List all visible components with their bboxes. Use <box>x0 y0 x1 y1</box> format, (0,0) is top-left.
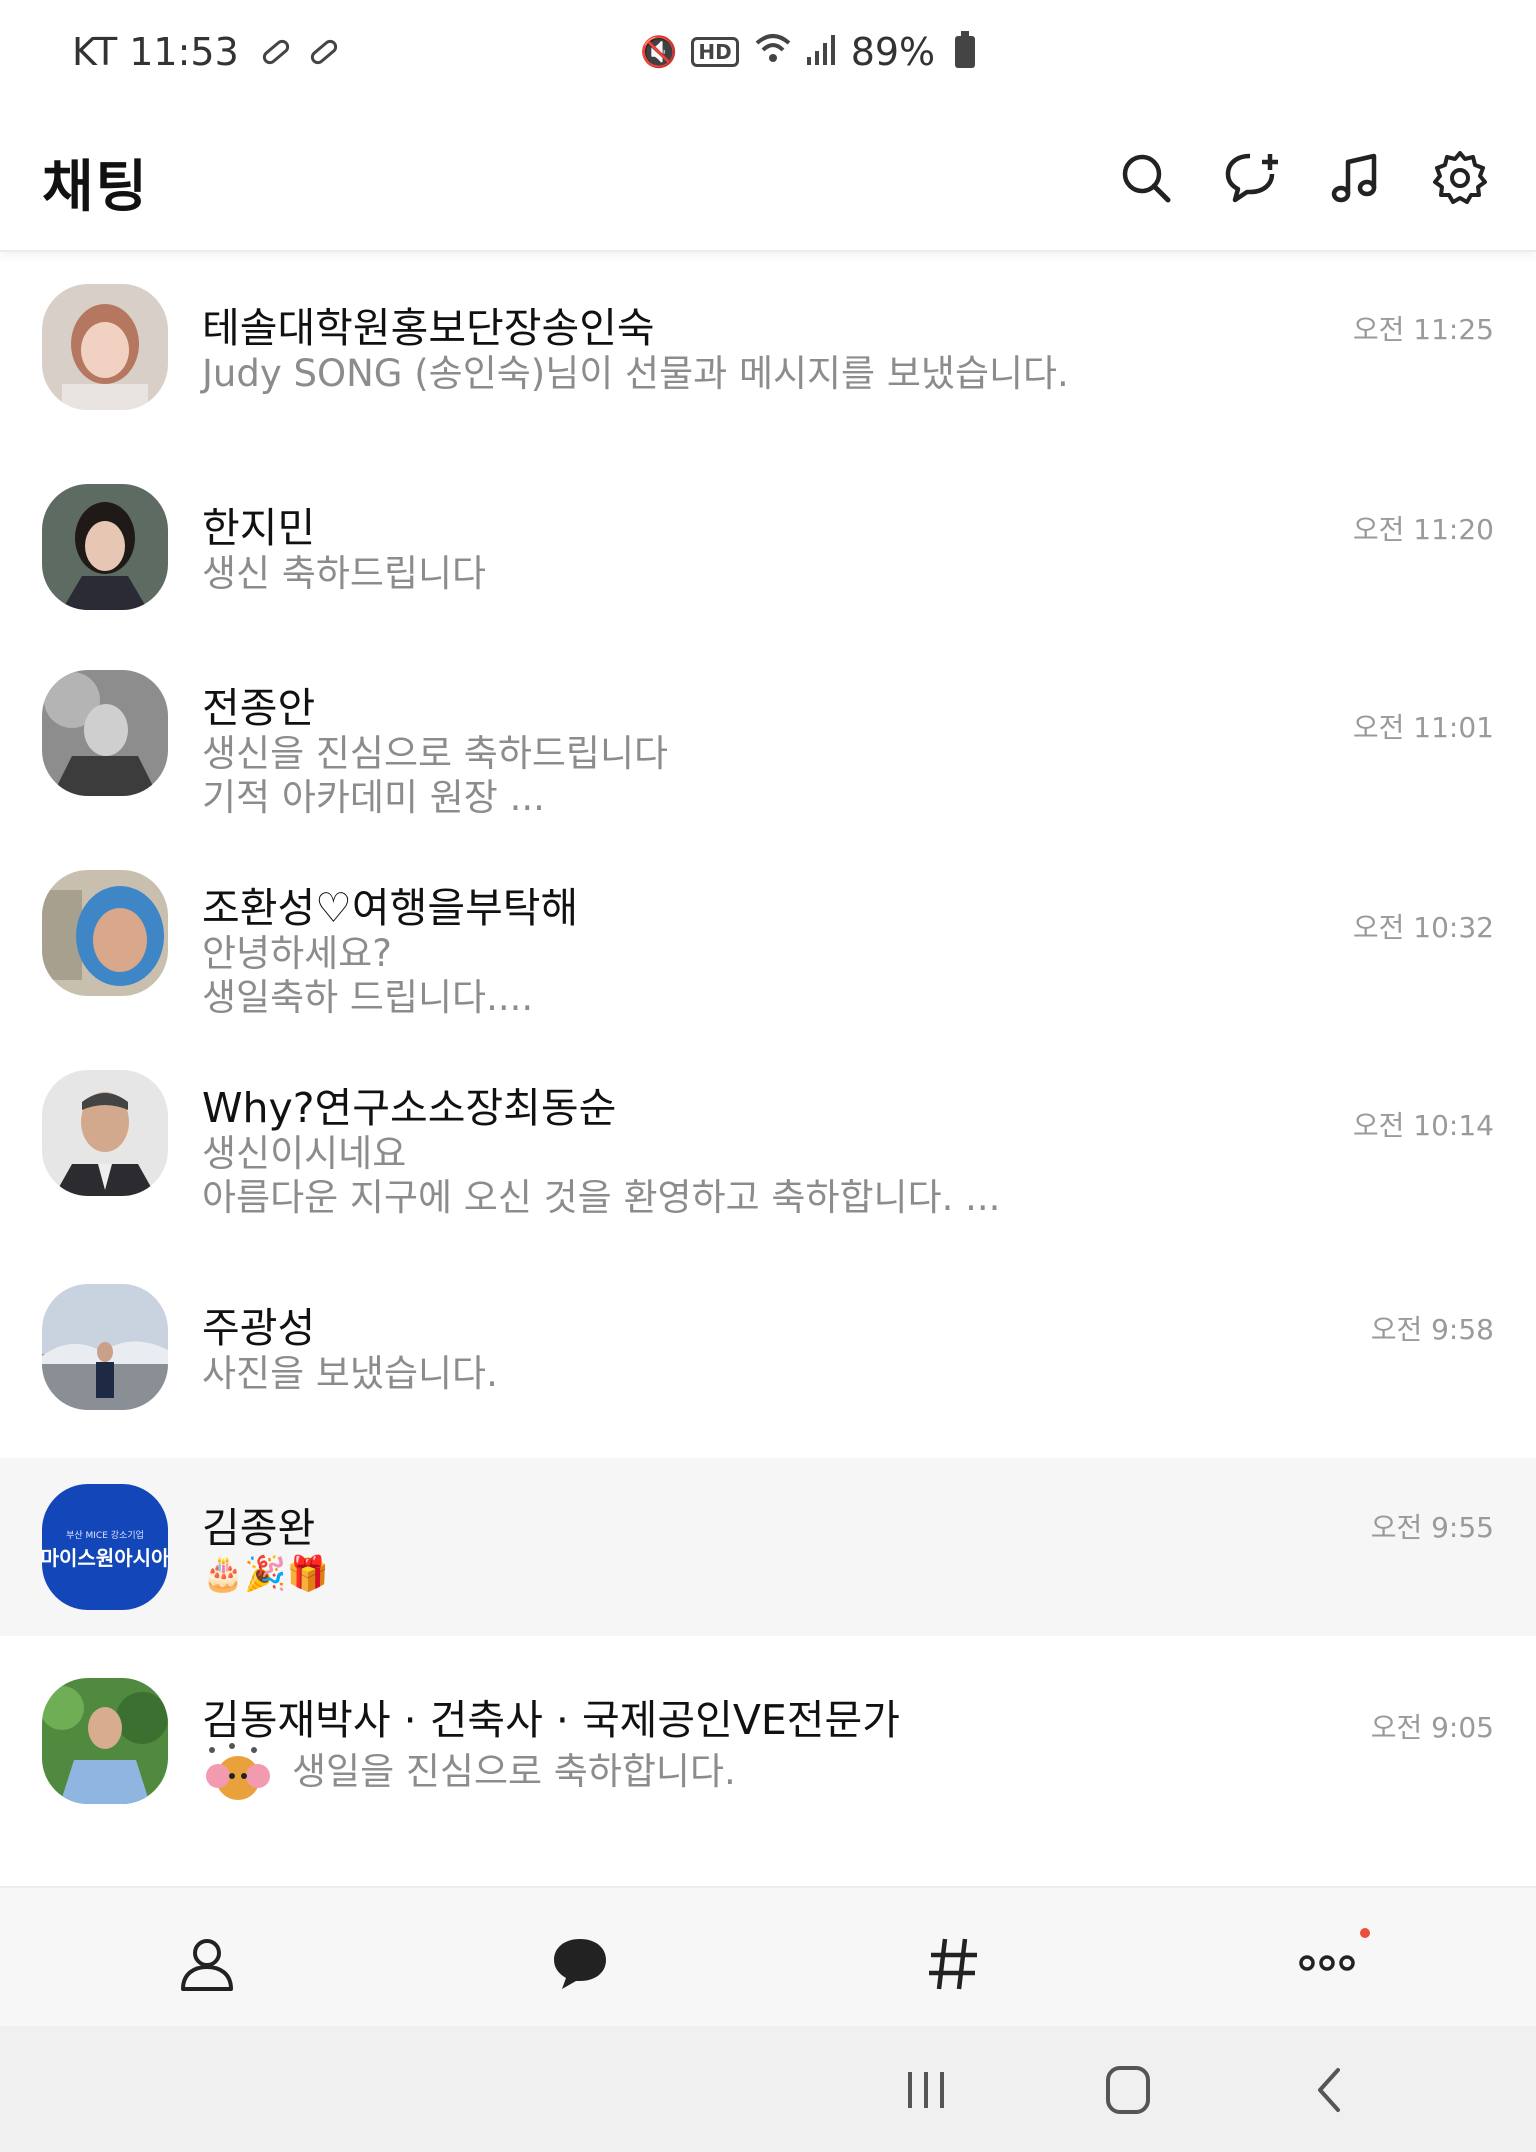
chat-time: 오전 9:55 <box>1370 1511 1494 1544</box>
avatar <box>42 484 168 610</box>
music-icon[interactable] <box>1326 148 1386 208</box>
chat-time: 오전 9:05 <box>1370 1711 1494 1744</box>
chat-row[interactable]: 김동재박사 · 건축사 · 국제공인VE전문가 생일을 진심으로 축하합니다. … <box>0 1636 1536 1886</box>
avatar <box>42 284 168 410</box>
recent-apps-icon[interactable] <box>896 2062 956 2118</box>
chat-preview-line2: 생일축하 드립니다.... <box>202 976 534 1019</box>
chat-name: 조환성♡여행을부탁해 <box>202 884 579 932</box>
chat-row[interactable]: 전종안 생신을 진심으로 축하드립니다 기적 아카데미 원장 ... 오전 11… <box>0 632 1536 832</box>
carrier-time: KT 11:53 <box>72 30 239 74</box>
chat-preview: 사진을 보냈습니다. <box>202 1352 498 1395</box>
avatar <box>42 1070 168 1196</box>
chat-time: 오전 11:01 <box>1352 711 1494 744</box>
chat-preview: 생일을 진심으로 축하합니다. <box>292 1750 736 1793</box>
chat-name: 전종안 <box>202 684 316 732</box>
chat-preview-line2: 기적 아카데미 원장 ... <box>202 776 545 819</box>
chat-name: 김동재박사 · 건축사 · 국제공인VE전문가 <box>202 1696 900 1744</box>
chat-preview: 생신 축하드립니다 <box>202 552 487 595</box>
new-chat-icon[interactable] <box>1222 148 1282 208</box>
bottom-tab-bar <box>0 1886 1536 2026</box>
avatar-small-text: 부산 MICE 강소기업 <box>66 1531 144 1541</box>
hashtag-icon[interactable] <box>918 1928 988 1998</box>
chat-name: 김종완 <box>202 1504 316 1552</box>
chat-name: 주광성 <box>202 1304 316 1352</box>
sticker-icon <box>202 1742 272 1804</box>
avatar <box>42 670 168 796</box>
signal-icon <box>806 30 837 74</box>
mute-vibrate-icon: 🔇 <box>640 34 678 70</box>
chat-row[interactable]: 주광성 사진을 보냈습니다. 오전 9:58 <box>0 1262 1536 1458</box>
more-icon[interactable] <box>1292 1928 1362 1998</box>
chat-row[interactable]: 부산 MICE 강소기업 마이스원아시아 김종완 🎂🎉🎁 오전 9:55 <box>0 1458 1536 1636</box>
chat-preview-line1: 생신을 진심으로 축하드립니다 <box>202 732 669 775</box>
chat-name: 테솔대학원홍보단장송인숙 <box>202 304 655 352</box>
friends-icon[interactable] <box>172 1928 242 1998</box>
chat-preview: Judy SONG (송인숙)님이 선물과 메시지를 보냈습니다. <box>202 352 1069 395</box>
page-title: 채팅 <box>42 155 150 220</box>
chat-time: 오전 9:58 <box>1370 1313 1494 1346</box>
chat-row[interactable]: 한지민 생신 축하드립니다 오전 11:20 <box>0 452 1536 632</box>
avatar <box>42 1678 168 1804</box>
chats-icon[interactable] <box>545 1928 615 1998</box>
chat-row[interactable]: 테솔대학원홍보단장송인숙 Judy SONG (송인숙)님이 선물과 메시지를 … <box>0 252 1536 452</box>
chat-name: 한지민 <box>202 504 316 552</box>
avatar-logo-text: 마이스원아시아 <box>42 1546 168 1570</box>
pill-icon <box>307 36 340 68</box>
search-icon[interactable] <box>1116 148 1176 208</box>
chat-preview-emoticon: 🎂🎉🎁 <box>202 1554 330 1594</box>
settings-icon[interactable] <box>1430 148 1490 208</box>
avatar <box>42 1284 168 1410</box>
pill-icon <box>259 36 292 68</box>
chat-row[interactable]: Why?연구소소장최동순 생신이시네요 아름다운 지구에 오신 것을 환영하고 … <box>0 1032 1536 1262</box>
chat-preview-line1: 생신이시네요 <box>202 1132 407 1175</box>
chat-preview-line2: 아름다운 지구에 오신 것을 환영하고 축하합니다. ... <box>202 1176 1001 1219</box>
chat-preview-line1: 안녕하세요? <box>202 932 392 975</box>
chat-name: Why?연구소소장최동순 <box>202 1084 617 1132</box>
avatar: 부산 MICE 강소기업 마이스원아시아 <box>42 1484 168 1610</box>
chat-time: 오전 11:20 <box>1352 513 1494 546</box>
app-header: 채팅 <box>0 104 1536 252</box>
hd-voice-icon: HD <box>691 37 739 67</box>
avatar <box>42 870 168 996</box>
system-navigation-bar <box>0 2026 1536 2152</box>
status-bar: KT 11:53 🔇 HD 89% <box>0 0 1536 104</box>
chat-row[interactable]: 조환성♡여행을부탁해 안녕하세요? 생일축하 드립니다.... 오전 10:32 <box>0 832 1536 1032</box>
chat-time: 오전 10:32 <box>1352 911 1494 944</box>
home-icon[interactable] <box>1098 2062 1158 2118</box>
battery-charging-icon <box>955 31 976 68</box>
battery-text: 89% <box>850 30 936 74</box>
chat-time: 오전 10:14 <box>1352 1109 1494 1142</box>
back-icon[interactable] <box>1300 2062 1360 2118</box>
wifi-icon <box>753 30 793 74</box>
chat-time: 오전 11:25 <box>1352 313 1494 346</box>
notification-dot <box>1360 1928 1370 1938</box>
